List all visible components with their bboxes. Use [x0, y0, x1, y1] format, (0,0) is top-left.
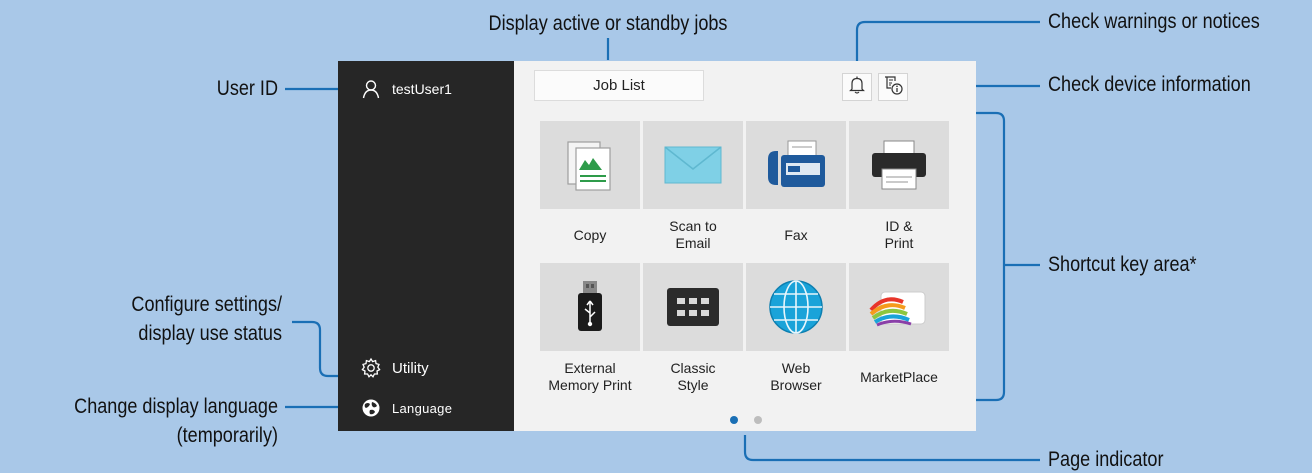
- page-dot[interactable]: [754, 416, 762, 424]
- shortcut-tile-external-memory-print[interactable]: External Memory Print: [540, 263, 643, 405]
- notice-button[interactable]: [842, 73, 872, 101]
- shortcut-tile-classic-style[interactable]: Classic Style: [643, 263, 746, 405]
- tile-label: Web Browser: [770, 360, 822, 393]
- tile-label: Classic Style: [670, 360, 716, 393]
- callout-shortcut-area: Shortcut key area*: [1048, 253, 1197, 276]
- callout-language-line1: Change display language: [74, 395, 278, 418]
- globe-icon: [358, 397, 384, 419]
- envelope-icon: [643, 121, 743, 209]
- tile-label: ID & Print: [884, 218, 914, 251]
- job-list-button[interactable]: Job List: [534, 70, 704, 101]
- callout-settings-line2: display use status: [138, 322, 282, 345]
- device-info-button[interactable]: [878, 73, 908, 101]
- gear-icon: [358, 357, 384, 379]
- language-label: Language: [392, 400, 453, 416]
- callout-user-id: User ID: [216, 77, 278, 100]
- user-name: testUser1: [392, 81, 452, 97]
- tile-label: Scan to Email: [669, 218, 717, 251]
- printer-icon: [849, 121, 949, 209]
- callout-settings-line1: Configure settings/: [131, 293, 282, 316]
- keypad-icon: [643, 263, 743, 351]
- language-button[interactable]: Language: [338, 397, 452, 419]
- shortcut-tile-fax[interactable]: Fax: [746, 121, 849, 263]
- user-icon: [358, 78, 384, 100]
- page-indicator-leader: [743, 435, 1040, 462]
- shortcut-tile-marketplace[interactable]: MarketPlace: [849, 263, 952, 405]
- marketplace-icon: [849, 263, 949, 351]
- globe-icon: [746, 263, 846, 351]
- copy-icon: [540, 121, 640, 209]
- callout-device-info: Check device information: [1048, 73, 1251, 96]
- tile-label: External Memory Print: [548, 360, 632, 393]
- tile-label: MarketPlace: [860, 368, 938, 385]
- callout-jobs: Display active or standby jobs: [488, 12, 728, 35]
- shortcut-tile-id-print[interactable]: ID & Print: [849, 121, 952, 263]
- tile-label: Fax: [784, 226, 808, 243]
- home-screen: Job List Copy Scan to Email Fax ID & Pri…: [514, 61, 976, 431]
- shortcut-tile-scan-to-email[interactable]: Scan to Email: [643, 121, 746, 263]
- tile-label: Copy: [573, 226, 607, 243]
- device-info-icon: [882, 74, 904, 101]
- utility-button[interactable]: Utility: [338, 357, 429, 379]
- utility-label: Utility: [392, 359, 429, 377]
- callout-page-indicator: Page indicator: [1048, 448, 1164, 471]
- fax-icon: [746, 121, 846, 209]
- callout-language-line2: (temporarily): [176, 424, 278, 447]
- page-dot-active[interactable]: [730, 416, 738, 424]
- usb-icon: [540, 263, 640, 351]
- shortcut-tile-web-browser[interactable]: Web Browser: [746, 263, 849, 405]
- shortcut-tile-copy[interactable]: Copy: [540, 121, 643, 263]
- callout-warnings: Check warnings or notices: [1048, 10, 1260, 33]
- bell-icon: [848, 75, 866, 100]
- user-id[interactable]: testUser1: [338, 78, 452, 100]
- sidebar: testUser1 Utility Language: [338, 61, 514, 431]
